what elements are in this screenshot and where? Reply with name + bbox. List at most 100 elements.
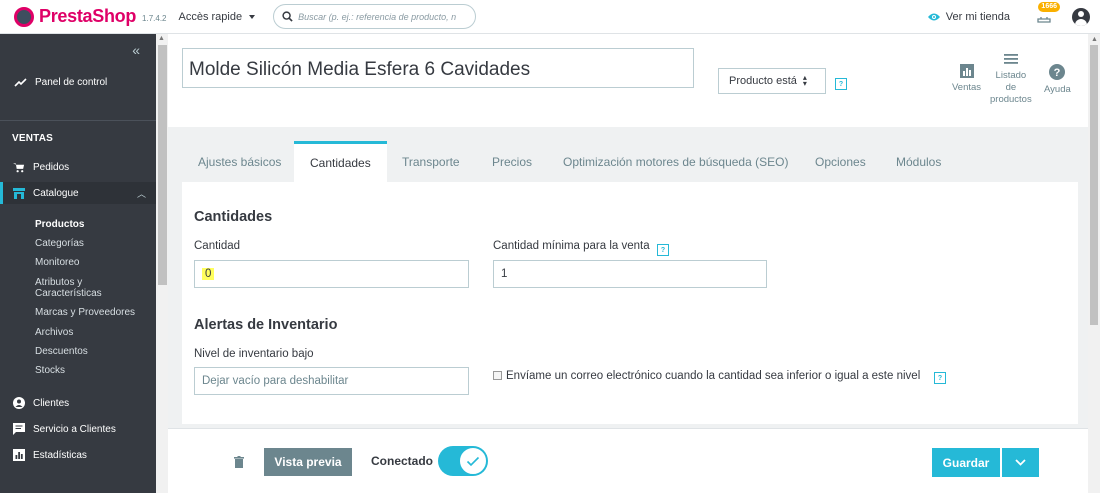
email-alert-label: Envíame un correo electrónico cuando la … (506, 370, 921, 382)
chevron-down-icon (249, 14, 256, 19)
collapse-sidebar-icon[interactable]: « (132, 42, 140, 58)
chat-icon (13, 423, 25, 435)
sidebar-subitem-products[interactable]: Productos (35, 219, 84, 230)
store-icon (13, 187, 25, 199)
sidebar-scrollbar-thumb[interactable] (158, 45, 167, 285)
sales-label: Ventas (952, 82, 982, 93)
online-toggle[interactable] (438, 446, 488, 476)
sidebar-subitem-stocks[interactable]: Stocks (35, 365, 65, 376)
bell-icon (1037, 17, 1051, 23)
view-shop-label: Ver mi tienda (945, 11, 1010, 23)
scroll-up-arrow-icon[interactable]: ▲ (158, 35, 165, 42)
quantity-field[interactable]: 0 (194, 260, 469, 288)
quantities-form-card: Cantidades Cantidad 0 Cantidad mínima pa… (182, 182, 1078, 424)
sidebar-divider (0, 120, 156, 121)
chevron-up-icon: ︿ (136, 189, 146, 199)
product-footer-bar: Vista previa Conectado Guardar (168, 428, 1088, 493)
product-list-label-3: productos (990, 94, 1032, 105)
brand-name: PrestaShop (39, 6, 137, 26)
sidebar-item-label: Clientes (33, 397, 70, 409)
quick-access-label: Accès rapide (178, 10, 243, 23)
tab-modules[interactable]: Módulos (880, 141, 957, 182)
low-stock-input[interactable] (202, 375, 461, 387)
cart-icon (13, 161, 25, 173)
help-icon[interactable]: ? (934, 372, 946, 384)
help-button[interactable]: ? Ayuda (1044, 64, 1071, 96)
stats-icon (13, 449, 25, 461)
sidebar-subitem-categories[interactable]: Categorías (35, 238, 84, 249)
stock-alerts-heading: Alertas de Inventario (194, 317, 338, 333)
employee-avatar-icon[interactable] (1072, 8, 1090, 26)
sidebar-item-label: Panel de control (35, 76, 108, 88)
tab-quantities[interactable]: Cantidades (294, 141, 387, 182)
help-label: Ayuda (1044, 84, 1071, 95)
email-alert-checkbox[interactable] (493, 371, 502, 380)
search-icon (282, 11, 293, 22)
user-icon (13, 397, 25, 409)
help-icon[interactable]: ? (657, 244, 669, 256)
sidebar-item-label: Servicio a Clientes (33, 423, 116, 435)
save-options-dropdown[interactable] (1002, 448, 1039, 477)
prestashop-puffin-icon (14, 6, 34, 27)
sidebar-subitem-attributes-line2[interactable]: Características (35, 288, 102, 299)
sidebar-item-label: Catalogue (33, 187, 79, 199)
check-icon (466, 456, 480, 466)
sidebar-subitem-attributes[interactable]: Atributos y (35, 277, 82, 288)
sidebar-subitem-monitoring[interactable]: Monitoreo (35, 257, 79, 268)
help-icon[interactable]: ? (835, 78, 847, 90)
min-quantity-value: 1 (501, 268, 508, 280)
product-header: Molde Silicón Media Esfera 6 Cavidades P… (168, 34, 1088, 127)
tab-basic-settings[interactable]: Ajustes básicos (182, 141, 297, 182)
tab-options[interactable]: Opciones (799, 141, 882, 182)
chevron-down-icon (1015, 459, 1026, 466)
online-label: Conectado (371, 454, 434, 468)
min-quantity-field[interactable]: 1 (493, 260, 767, 288)
sidebar-item-stats[interactable]: Estadísticas (0, 444, 156, 466)
sidebar: « Panel de control VENTAS Pedidos Catalo… (0, 34, 156, 493)
sidebar-item-catalogue[interactable]: Catalogue ︿ (0, 182, 156, 204)
quantities-heading: Cantidades (194, 209, 273, 225)
sidebar-item-customers[interactable]: Clientes (0, 392, 156, 414)
trash-icon[interactable] (234, 456, 244, 468)
scroll-up-arrow-icon[interactable]: ▲ (1091, 36, 1098, 43)
notifications-button[interactable]: 1666 (1032, 2, 1060, 28)
svg-text:?: ? (1054, 67, 1061, 79)
product-status-label: Producto está (729, 75, 797, 87)
tab-seo[interactable]: Optimización motores de búsqueda (SEO) (547, 141, 804, 182)
search-input[interactable] (298, 11, 469, 22)
low-stock-field[interactable] (194, 367, 469, 395)
list-icon (1003, 54, 1018, 64)
product-tabs: Ajustes básicos Cantidades Transporte Pr… (168, 127, 1088, 182)
prestashop-logo[interactable]: PrestaShop 1.7.4.2 (14, 6, 167, 27)
sort-arrows-icon: ▴ ▾ (802, 73, 807, 88)
product-list-label-2: de (1005, 82, 1017, 93)
search-box[interactable] (273, 4, 477, 29)
sidebar-item-customer-service[interactable]: Servicio a Clientes (0, 418, 156, 440)
page-scrollbar-thumb[interactable] (1090, 45, 1098, 325)
sidebar-item-label: Pedidos (33, 161, 70, 173)
question-circle-icon: ? (1049, 64, 1066, 80)
sidebar-subitem-brands[interactable]: Marcas y Proveedores (35, 307, 135, 318)
notification-count-badge: 1666 (1038, 2, 1060, 12)
sidebar-item-dashboard[interactable]: Panel de control (0, 67, 156, 97)
version-label: 1.7.4.2 (142, 14, 167, 23)
quick-access-dropdown[interactable]: Accès rapide (179, 11, 256, 23)
save-button[interactable]: Guardar (932, 448, 1000, 477)
trending-up-icon (14, 77, 27, 87)
sidebar-section-title: VENTAS (12, 133, 54, 144)
tab-shipping[interactable]: Transporte (386, 141, 476, 182)
sidebar-item-label: Estadísticas (33, 449, 87, 461)
product-name-field[interactable]: Molde Silicón Media Esfera 6 Cavidades (182, 48, 694, 88)
sales-button[interactable]: Ventas (952, 64, 981, 94)
sidebar-subitem-files[interactable]: Archivos (35, 327, 73, 338)
sidebar-subitem-discounts[interactable]: Descuentos (35, 346, 88, 357)
product-status-select[interactable]: Producto está ▴ ▾ (718, 68, 826, 94)
tab-pricing[interactable]: Precios (476, 141, 548, 182)
preview-button[interactable]: Vista previa (264, 448, 352, 476)
product-list-button[interactable]: Listado de productos (990, 52, 1032, 106)
quantity-value: 0 (202, 268, 215, 280)
sidebar-item-orders[interactable]: Pedidos (0, 156, 156, 178)
toggle-knob (459, 447, 487, 475)
low-stock-label: Nivel de inventario bajo (194, 348, 314, 360)
view-shop-link[interactable]: Ver mi tienda (927, 11, 1010, 23)
